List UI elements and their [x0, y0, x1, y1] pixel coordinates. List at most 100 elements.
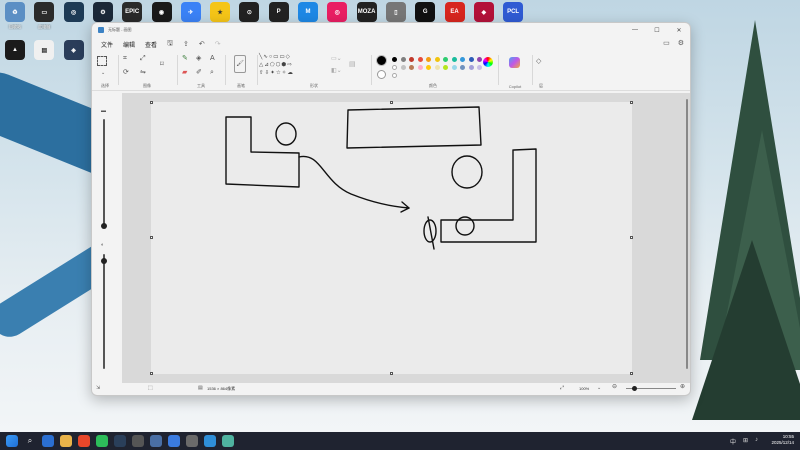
desktop-shortcut-icon[interactable]: ★ [207, 2, 233, 24]
clock[interactable]: 10:55 2025/12/14 [771, 434, 794, 446]
steam-icon[interactable] [114, 435, 126, 447]
rotate-icon[interactable]: ⟳ [123, 69, 129, 76]
share-icon[interactable]: ⇪ [178, 40, 194, 48]
color-swatch[interactable] [468, 65, 474, 70]
desktop-shortcut-icon[interactable]: G [412, 2, 438, 24]
desktop-shortcut-icon[interactable]: PCL [500, 2, 526, 24]
zoom-in-icon[interactable]: ⊕ [680, 384, 685, 391]
canvas-resize-handle[interactable] [150, 236, 153, 239]
redo-icon[interactable]: ↷ [210, 40, 226, 48]
size-slider-track[interactable] [103, 119, 105, 227]
shape-outline-icon[interactable]: ▭⌄ [331, 56, 342, 63]
color-swatch[interactable] [417, 57, 423, 62]
settings-gear-icon[interactable]: ⚙ [678, 39, 684, 47]
app-icon[interactable] [150, 435, 162, 447]
color-swatch[interactable] [426, 57, 431, 62]
color-swatch[interactable] [392, 65, 397, 70]
close-button[interactable]: ✕ [668, 23, 690, 37]
desktop-shortcut-icon[interactable]: ⚙ [90, 2, 116, 24]
maximize-button[interactable]: ☐ [646, 23, 668, 37]
desktop-shortcut-icon[interactable]: ▲ [2, 40, 28, 62]
secondary-color-swatch[interactable] [377, 70, 386, 79]
edit-colors-icon[interactable] [483, 57, 493, 67]
canvas-resize-handle[interactable] [150, 372, 153, 375]
color-swatch[interactable] [426, 65, 431, 70]
pencil-icon[interactable]: ✎ [182, 55, 188, 62]
menu-file[interactable]: 文件 [96, 40, 118, 49]
desktop-shortcut-icon[interactable]: MOZA [354, 2, 380, 24]
color-swatch[interactable] [468, 57, 474, 62]
save-icon[interactable]: 🖫 [162, 39, 178, 50]
search-icon[interactable]: ⌕ [24, 435, 36, 447]
magnifier-icon[interactable]: ⌕ [210, 69, 214, 76]
undo-icon[interactable]: ↶ [194, 40, 210, 48]
menu-edit[interactable]: 编辑 [118, 40, 140, 49]
opacity-slider-track[interactable] [103, 254, 105, 369]
color-swatch[interactable] [392, 57, 397, 62]
desktop-shortcut-icon[interactable]: M [295, 2, 321, 24]
color-swatch[interactable] [443, 57, 448, 62]
color-swatch[interactable] [451, 65, 457, 70]
desktop-shortcut-icon[interactable]: ◎ [324, 2, 350, 24]
comment-icon[interactable]: ▭ [663, 39, 670, 47]
chevron-down-icon[interactable]: ⌄ [597, 385, 601, 392]
app-icon[interactable] [132, 435, 144, 447]
app-icon[interactable] [78, 435, 90, 447]
color-swatch[interactable] [400, 57, 406, 62]
minimize-button[interactable]: — [624, 23, 646, 37]
desktop-shortcut-icon[interactable]: ▭ 此电脑 [31, 2, 57, 30]
color-swatch[interactable] [434, 57, 440, 62]
custom-color-slot[interactable] [392, 73, 397, 78]
volume-icon[interactable]: ♪ [755, 437, 758, 443]
zoom-slider-knob[interactable] [632, 386, 637, 391]
brush-icon[interactable]: 🖌 [234, 55, 246, 73]
image-recognize-icon[interactable]: ⌑ [160, 61, 164, 68]
fill-bucket-icon[interactable]: ◈ [196, 55, 201, 62]
ime-indicator[interactable]: 中 [730, 437, 736, 446]
canvas-resize-handle[interactable] [390, 372, 393, 375]
desktop-shortcut-icon[interactable]: ◆ [471, 2, 497, 24]
opacity-slider-knob[interactable] [101, 258, 107, 264]
network-icon[interactable]: ⊞ [743, 437, 748, 444]
drawing-canvas[interactable] [151, 102, 632, 374]
desktop-shortcut-icon[interactable]: ◎ [61, 2, 87, 24]
title-bar[interactable]: 无标题 - 画图 — ☐ ✕ [92, 23, 690, 37]
color-swatch[interactable] [434, 65, 440, 70]
vertical-scrollbar[interactable] [686, 99, 688, 369]
color-swatch[interactable] [460, 65, 465, 70]
color-swatch[interactable] [409, 57, 414, 62]
desktop-shortcut-icon[interactable]: ◉ [149, 2, 175, 24]
zoom-level[interactable]: 100% [579, 386, 589, 391]
color-swatch[interactable] [409, 65, 414, 70]
fit-to-window-icon[interactable]: ⤢ [560, 385, 564, 392]
app-icon[interactable] [186, 435, 198, 447]
app-icon[interactable] [204, 435, 216, 447]
canvas-resize-handle[interactable] [630, 372, 633, 375]
current-color-swatch[interactable] [376, 55, 387, 66]
color-swatch[interactable] [400, 65, 406, 70]
select-rectangle-icon[interactable] [97, 56, 107, 66]
menu-view[interactable]: 查看 [140, 40, 162, 49]
color-swatch[interactable] [477, 65, 482, 70]
desktop-shortcut-icon[interactable]: ⊙ [236, 2, 262, 24]
color-swatch[interactable] [460, 57, 465, 62]
color-swatch[interactable] [451, 57, 457, 62]
zoom-out-icon[interactable]: ⊖ [612, 384, 617, 391]
color-swatch[interactable] [417, 65, 423, 70]
shape-fill-icon[interactable]: ◧⌄ [331, 68, 342, 75]
feishu-icon[interactable] [168, 435, 180, 447]
crop-icon[interactable]: ⌗ [123, 55, 127, 62]
copilot-icon[interactable] [509, 57, 520, 68]
task-view-icon[interactable] [42, 435, 54, 447]
start-button-icon[interactable] [6, 435, 18, 447]
flip-icon[interactable]: ⇋ [140, 69, 146, 76]
color-picker-icon[interactable]: ✐ [196, 69, 202, 76]
resize-icon[interactable]: ⤢ [140, 55, 146, 62]
desktop-shortcut-icon[interactable]: ♻ 回收站 [2, 2, 28, 30]
color-swatch[interactable] [443, 65, 448, 70]
layers-icon[interactable]: ◇ [536, 58, 541, 65]
canvas-resize-handle[interactable] [630, 101, 633, 104]
explorer-icon[interactable] [60, 435, 72, 447]
color-swatch[interactable] [477, 57, 482, 62]
eraser-icon[interactable]: ▰ [182, 69, 187, 76]
